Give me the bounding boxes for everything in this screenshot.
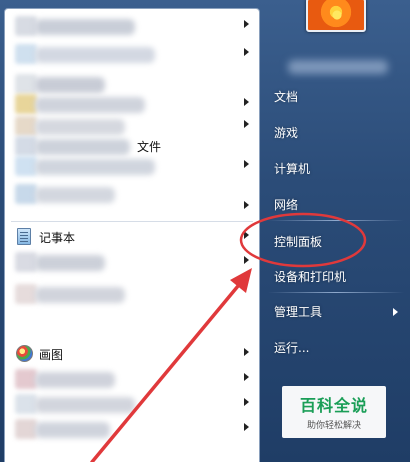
annotation-arrow-line bbox=[90, 284, 240, 462]
watermark-logo: 百科全说 助你轻松解决 bbox=[282, 386, 386, 438]
start-menu: 文件 记事本 画图 文档 游戏 计算机 网络 控制面板 设备和打印机 管理工具 … bbox=[0, 0, 410, 462]
highlight-ellipse bbox=[239, 212, 367, 268]
watermark-title: 百科全说 bbox=[299, 396, 368, 415]
watermark-subtitle: 助你轻松解决 bbox=[306, 421, 361, 431]
